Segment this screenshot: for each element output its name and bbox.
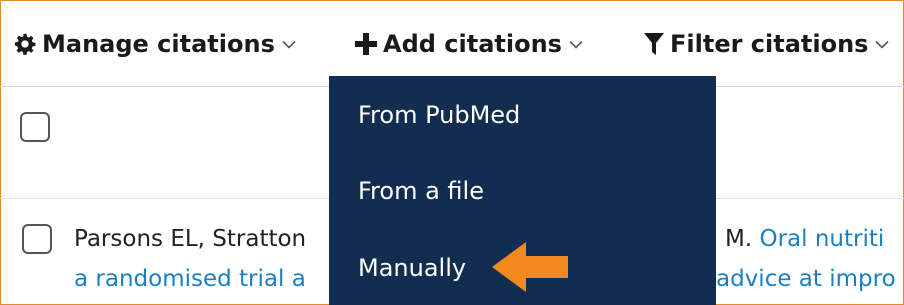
citation-title-line2[interactable]: a randomised trial a [74, 268, 306, 291]
manage-citations-label: Manage citations [42, 30, 275, 58]
citation-title-link[interactable]: Oral nutriti [759, 226, 884, 252]
chevron-down-icon [875, 40, 890, 49]
add-citations-label: Add citations [383, 30, 562, 58]
citation-authors-end: M. [725, 226, 753, 252]
menu-item-manually[interactable]: Manually [358, 256, 466, 280]
chevron-down-icon [282, 40, 296, 49]
filter-citations-label: Filter citations [670, 30, 869, 58]
citation-authors: Parsons EL, Stratton [74, 226, 307, 252]
select-all-checkbox[interactable] [20, 112, 50, 142]
funnel-icon [644, 33, 664, 55]
add-citations-button[interactable]: Add citations [355, 24, 583, 64]
citations-toolbar: Manage citations Add citations Filter ci… [0, 0, 904, 86]
citation-title-line2-right[interactable]: advice at impro [716, 268, 896, 291]
manage-citations-button[interactable]: Manage citations [14, 24, 296, 64]
chevron-down-icon [569, 40, 583, 49]
citation-line-1: Parsons EL, Stratton [74, 228, 306, 251]
filter-citations-button[interactable]: Filter citations [644, 24, 890, 64]
menu-item-from-a-file[interactable]: From a file [358, 179, 484, 203]
plus-icon [355, 33, 377, 55]
highlight-arrow-icon [488, 238, 572, 300]
citation-line-1-right: M. Oral nutriti [725, 228, 884, 251]
menu-item-from-pubmed[interactable]: From PubMed [358, 103, 520, 127]
gear-icon [14, 33, 36, 55]
citation-checkbox[interactable] [22, 224, 52, 254]
